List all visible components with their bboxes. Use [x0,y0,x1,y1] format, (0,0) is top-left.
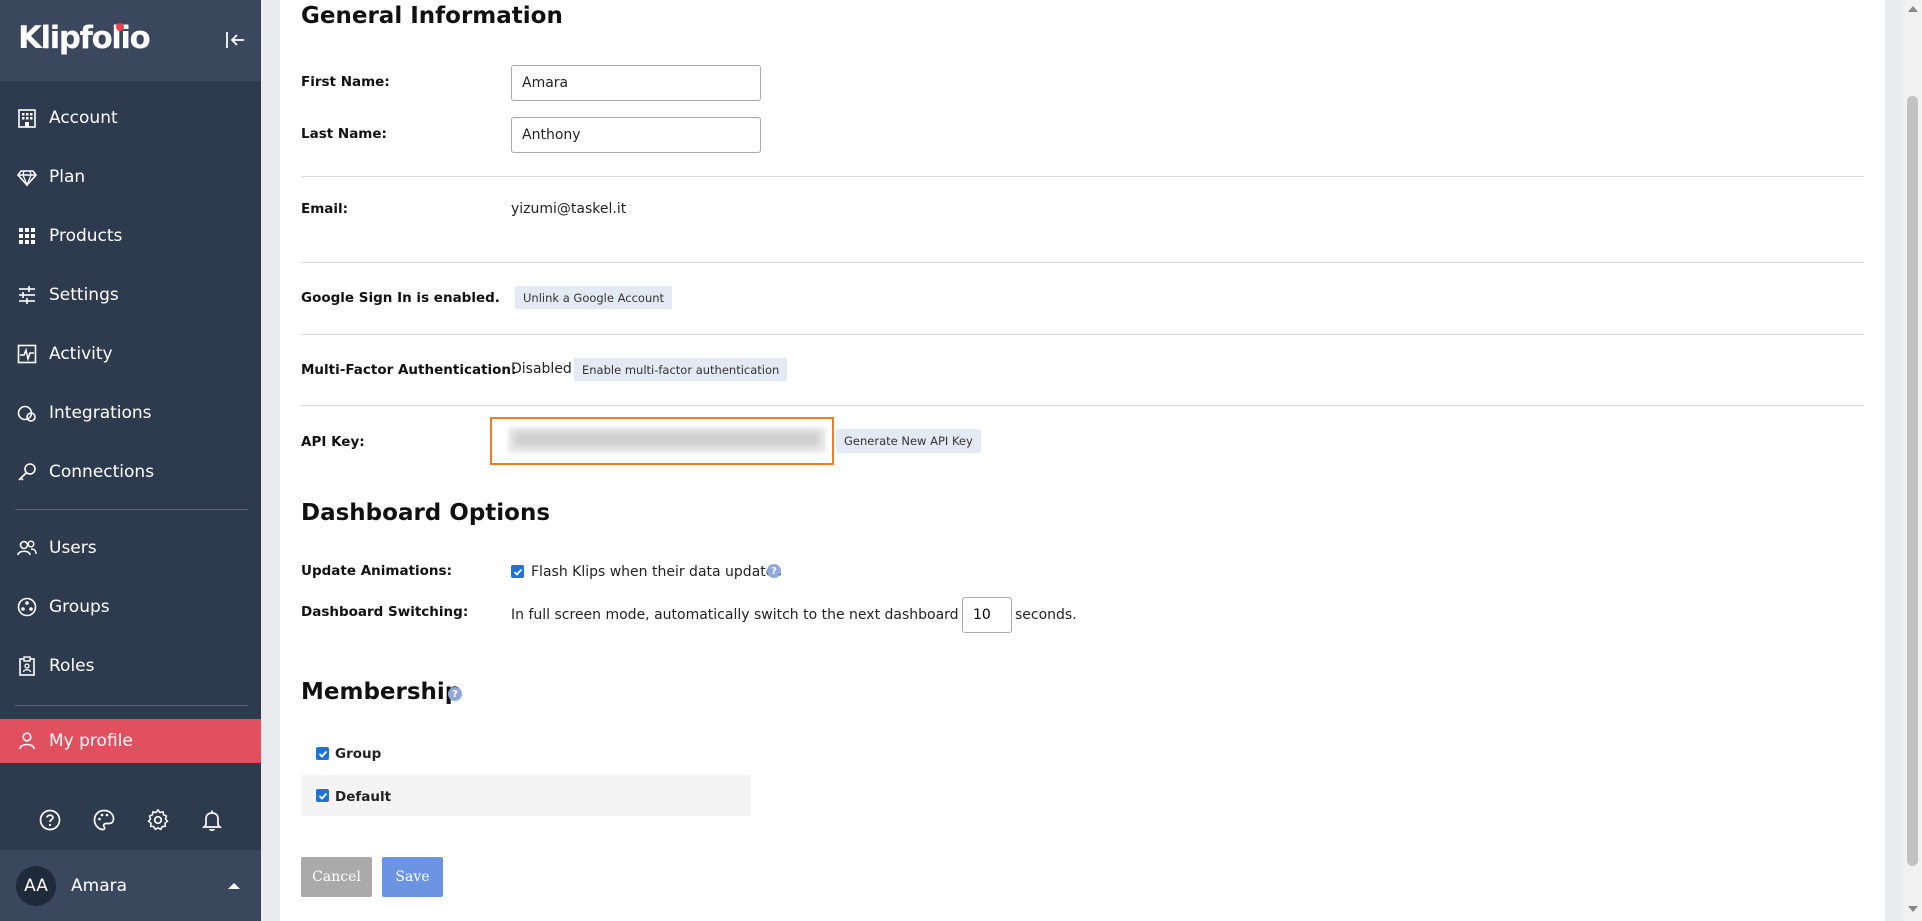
switching-prefix: In full screen mode, automatically switc… [511,607,1003,623]
switching-seconds-input[interactable] [962,597,1012,633]
divider [301,334,1864,335]
email-value: yizumi@taskel.it [511,201,627,217]
switching-suffix: seconds. [1015,607,1077,623]
mfa-status: Disabled [511,361,572,377]
sidebar-item-users[interactable]: Users [0,518,261,577]
gear-icon[interactable] [146,808,170,832]
flash-klips-label: Flash Klips when their data updates [531,564,782,580]
key-icon [16,461,38,483]
diamond-icon [16,166,38,188]
sidebar-item-label: Connections [49,461,155,482]
user-name: Amara [71,875,128,896]
sidebar-item-label: Groups [49,596,110,617]
mfa-label: Multi-Factor Authentication: [301,362,517,378]
membership-title: Membership [301,679,462,705]
nav-divider [15,509,248,510]
dashboard-switching-label: Dashboard Switching: [301,604,469,620]
brand-bar: Klipfolio [0,0,261,81]
google-sign-in-label: Google Sign In is enabled. [301,290,500,306]
sidebar-item-settings[interactable]: Settings [0,265,261,324]
groups-icon [16,596,38,618]
enable-mfa-button[interactable]: Enable multi-factor authentication [574,358,788,381]
scroll-up-icon[interactable] [1908,6,1918,12]
scrollbar-thumb[interactable] [1907,96,1918,866]
sidebar-item-roles[interactable]: Roles [0,636,261,695]
collapse-left-icon[interactable] [224,29,246,51]
api-key-label: API Key: [301,434,365,450]
sidebar-item-plan[interactable]: Plan [0,147,261,206]
last-name-label: Last Name: [301,126,387,142]
divider [301,262,1864,263]
user-menu[interactable]: AA Amara [0,850,261,921]
group-checkbox[interactable] [316,747,329,760]
sidebar: Klipfolio Account Plan Products Settings… [0,0,261,921]
sidebar-utility-bar [0,790,261,850]
last-name-field[interactable] [511,117,761,153]
scrollbar[interactable] [1903,0,1922,921]
sidebar-nav: Account Plan Products Settings Activity [0,88,261,763]
user-icon [16,730,38,752]
sidebar-item-activity[interactable]: Activity [0,324,261,383]
api-key-highlight [490,417,834,465]
clipboard-icon [16,655,38,677]
nav-divider [15,705,248,706]
sidebar-item-label: Activity [49,343,113,364]
save-button[interactable]: Save [382,857,443,897]
first-name-field[interactable] [511,65,761,101]
default-label: Default [335,789,392,805]
sidebar-item-products[interactable]: Products [0,206,261,265]
update-animations-label: Update Animations: [301,563,452,579]
divider [301,176,1864,177]
general-information-title: General Information [301,3,563,29]
flash-klips-checkbox[interactable] [511,565,524,578]
sidebar-item-integrations[interactable]: Integrations [0,383,261,442]
sidebar-item-groups[interactable]: Groups [0,577,261,636]
cancel-button[interactable]: Cancel [301,857,372,897]
bell-icon[interactable] [200,808,224,832]
palette-icon[interactable] [92,808,116,832]
integrations-icon [16,402,38,424]
sidebar-item-my-profile[interactable]: My profile [0,719,261,763]
sliders-icon [16,284,38,306]
email-label: Email: [301,201,349,217]
sidebar-item-label: Integrations [49,402,152,423]
help-icon[interactable] [38,808,62,832]
sidebar-item-label: Products [49,225,123,246]
sidebar-item-account[interactable]: Account [0,88,261,147]
avatar[interactable]: AA [16,865,56,906]
group-label: Group [335,746,382,762]
scroll-down-icon[interactable] [1908,906,1918,912]
unlink-google-button[interactable]: Unlink a Google Account [515,286,673,309]
sidebar-item-label: Users [49,537,97,558]
default-checkbox[interactable] [316,789,329,802]
help-icon[interactable]: ? [448,687,462,701]
caret-up-icon[interactable] [228,883,240,889]
help-icon[interactable]: ? [767,564,781,578]
sidebar-item-label: Plan [49,166,86,187]
sidebar-item-label: Account [49,107,118,128]
divider [301,405,1864,406]
activity-icon [16,343,38,365]
dashboard-options-title: Dashboard Options [301,500,551,526]
generate-api-key-button[interactable]: Generate New API Key [836,429,981,453]
sidebar-item-label: My profile [49,731,133,751]
sidebar-item-label: Roles [49,655,95,676]
first-name-label: First Name: [301,74,390,90]
sidebar-item-connections[interactable]: Connections [0,442,261,501]
grid-icon [16,225,38,247]
sidebar-item-label: Settings [49,284,119,305]
klipfolio-logo[interactable]: Klipfolio [18,20,151,56]
users-icon [16,537,38,559]
building-icon [16,107,38,129]
